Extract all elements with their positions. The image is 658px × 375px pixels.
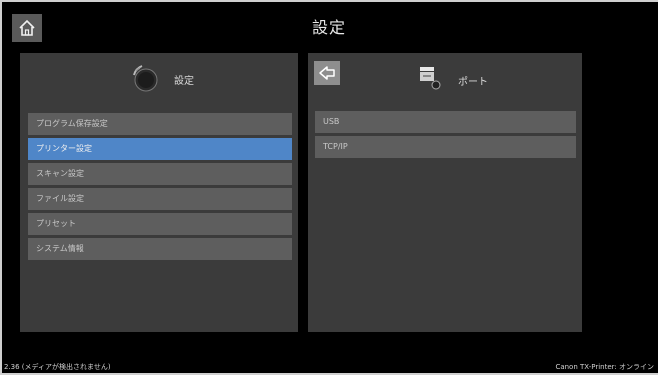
back-button[interactable] (314, 61, 340, 85)
status-media: 2.36 (メディアが検出されません) (4, 363, 111, 371)
list-item-system-info[interactable]: システム情報 (28, 238, 292, 260)
port-panel: ポート USB TCP/IP (308, 53, 582, 332)
printer-port-icon (420, 67, 441, 90)
list-item-tcpip[interactable]: TCP/IP (315, 136, 576, 158)
settings-panel-title: 設定 (174, 76, 194, 87)
page-title: 設定 (311, 18, 346, 37)
list-item-presets[interactable]: プリセット (28, 213, 292, 235)
settings-dial-icon (133, 65, 158, 92)
list-item-program-save[interactable]: プログラム保存設定 (28, 113, 292, 135)
port-panel-header: ポート (308, 53, 582, 105)
port-list: USB TCP/IP (315, 111, 576, 161)
settings-list: プログラム保存設定 プリンター設定 スキャン設定 ファイル設定 プリセット シス… (28, 113, 292, 263)
settings-panel-header: 設定 (20, 53, 298, 105)
port-panel-title: ポート (458, 77, 488, 88)
back-arrow-icon (319, 66, 335, 80)
list-item-scan-settings[interactable]: スキャン設定 (28, 163, 292, 185)
status-printer: Canon TX-Printer: オンライン (555, 363, 654, 371)
list-item-file-settings[interactable]: ファイル設定 (28, 188, 292, 210)
list-item-usb[interactable]: USB (315, 111, 576, 133)
settings-panel: 設定 プログラム保存設定 プリンター設定 スキャン設定 ファイル設定 プリセット… (20, 53, 298, 332)
list-item-printer-settings[interactable]: プリンター設定 (28, 138, 292, 160)
status-bar: 2.36 (メディアが検出されません) Canon TX-Printer: オン… (0, 359, 658, 375)
